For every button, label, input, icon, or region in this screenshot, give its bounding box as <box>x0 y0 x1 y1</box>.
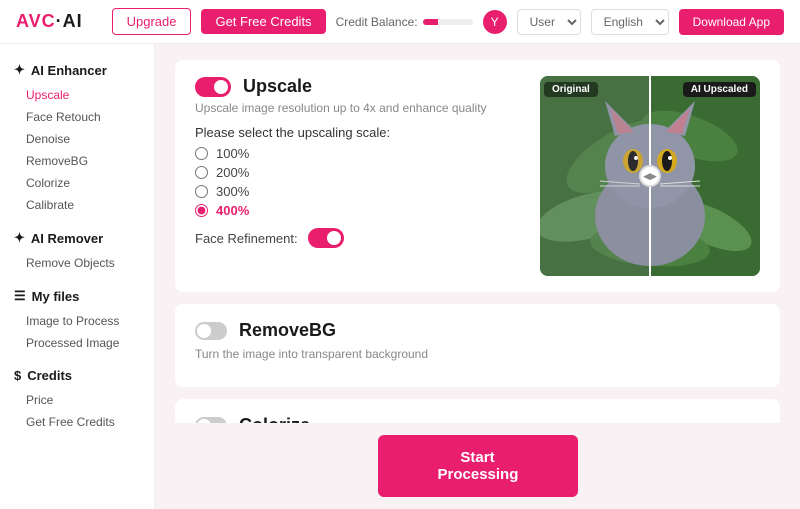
credits-label: Credits <box>27 368 72 383</box>
removebg-card: RemoveBG Turn the image into transparent… <box>175 304 780 387</box>
ai-remover-icon: ✦ <box>14 230 25 246</box>
preview-container: Original AI Upscaled ◀▶ <box>540 76 760 276</box>
removebg-toggle[interactable] <box>195 322 227 340</box>
content-area: Upscale Upscale image resolution up to 4… <box>155 44 800 509</box>
scale-radio-100[interactable] <box>195 147 208 160</box>
scale-label-400: 400% <box>216 203 249 218</box>
bottom-bar: Start Processing <box>155 423 800 509</box>
scale-label-300: 300% <box>216 184 249 199</box>
credit-fill <box>423 19 438 25</box>
upscale-left: Upscale Upscale image resolution up to 4… <box>195 76 524 276</box>
user-icon: Y <box>491 15 499 29</box>
credit-balance-label: Credit Balance: <box>336 15 418 29</box>
removebg-header: RemoveBG <box>195 320 760 341</box>
upscale-toggle[interactable] <box>195 77 231 97</box>
upgrade-button[interactable]: Upgrade <box>112 8 192 35</box>
scale-label-100: 100% <box>216 146 249 161</box>
face-refinement-toggle[interactable] <box>308 228 344 248</box>
sidebar-section-ai-remover: ✦ AI Remover Remove Objects <box>0 224 154 274</box>
avatar[interactable]: Y <box>483 10 507 34</box>
scale-option-200[interactable]: 200% <box>195 165 524 180</box>
image-preview: Original AI Upscaled ◀▶ <box>540 76 760 276</box>
credits-icon: $ <box>14 368 21 383</box>
main-layout: ✦ AI Enhancer Upscale Face Retouch Denoi… <box>0 44 800 509</box>
sidebar-section-header-my-files: ☰ My files <box>0 282 154 310</box>
preview-label-original: Original <box>544 82 598 97</box>
my-files-label: My files <box>32 289 80 304</box>
download-button[interactable]: Download App <box>679 9 784 35</box>
upscale-card: Upscale Upscale image resolution up to 4… <box>175 60 780 292</box>
credit-bar <box>423 19 473 25</box>
removebg-toggle-knob <box>197 324 211 338</box>
sidebar-section-header-ai-remover: ✦ AI Remover <box>0 224 154 252</box>
upscale-title-row: Upscale <box>195 76 524 97</box>
start-processing-button[interactable]: Start Processing <box>378 435 578 497</box>
face-refinement-label: Face Refinement: <box>195 231 298 246</box>
face-refinement-row: Face Refinement: <box>195 228 524 248</box>
face-refinement-slider <box>308 228 344 248</box>
sidebar-section-ai-enhancer: ✦ AI Enhancer Upscale Face Retouch Denoi… <box>0 56 154 216</box>
sidebar-item-get-free-credits[interactable]: Get Free Credits <box>0 411 154 433</box>
upscale-title: Upscale <box>243 76 312 97</box>
sidebar-item-image-to-process[interactable]: Image to Process <box>0 310 154 332</box>
ai-enhancer-label: AI Enhancer <box>31 63 107 78</box>
user-dropdown[interactable]: User <box>517 9 581 35</box>
sidebar-item-upscale[interactable]: Upscale <box>0 84 154 106</box>
sidebar-item-price[interactable]: Price <box>0 389 154 411</box>
language-select[interactable]: English <box>591 9 669 35</box>
scale-option-400[interactable]: 400% <box>195 203 524 218</box>
sidebar-item-colorize[interactable]: Colorize <box>0 172 154 194</box>
sidebar: ✦ AI Enhancer Upscale Face Retouch Denoi… <box>0 44 155 509</box>
scale-label: Please select the upscaling scale: <box>195 125 524 140</box>
scale-option-100[interactable]: 100% <box>195 146 524 161</box>
header: AVC·AI Upgrade Get Free Credits Credit B… <box>0 0 800 44</box>
preview-divider-handle[interactable]: ◀▶ <box>639 165 661 187</box>
sidebar-section-credits: $ Credits Price Get Free Credits <box>0 362 154 433</box>
sidebar-item-calibrate[interactable]: Calibrate <box>0 194 154 216</box>
handle-arrows-icon: ◀▶ <box>643 171 657 182</box>
scale-option-300[interactable]: 300% <box>195 184 524 199</box>
sidebar-section-header-credits: $ Credits <box>0 362 154 389</box>
sidebar-section-header-ai-enhancer: ✦ AI Enhancer <box>0 56 154 84</box>
scale-radio-400[interactable] <box>195 204 208 217</box>
upscale-toggle-slider <box>195 77 231 97</box>
sidebar-item-face-retouch[interactable]: Face Retouch <box>0 106 154 128</box>
credit-balance: Credit Balance: <box>336 15 473 29</box>
header-right: Upgrade Get Free Credits Credit Balance:… <box>112 8 784 35</box>
upscale-description: Upscale image resolution up to 4x and en… <box>195 101 524 115</box>
ai-enhancer-icon: ✦ <box>14 62 25 78</box>
logo: AVC·AI <box>16 11 83 32</box>
ai-remover-label: AI Remover <box>31 231 103 246</box>
free-credits-button[interactable]: Get Free Credits <box>201 9 325 34</box>
scale-radio-200[interactable] <box>195 166 208 179</box>
scale-options: 100% 200% 300% 400% <box>195 146 524 218</box>
sidebar-item-processed-image[interactable]: Processed Image <box>0 332 154 354</box>
sidebar-item-denoise[interactable]: Denoise <box>0 128 154 150</box>
scale-label-200: 200% <box>216 165 249 180</box>
sidebar-section-my-files: ☰ My files Image to Process Processed Im… <box>0 282 154 354</box>
removebg-title: RemoveBG <box>239 320 336 341</box>
scale-radio-300[interactable] <box>195 185 208 198</box>
my-files-icon: ☰ <box>14 288 26 304</box>
sidebar-item-remove-objects[interactable]: Remove Objects <box>0 252 154 274</box>
preview-label-upscaled: AI Upscaled <box>683 82 756 97</box>
sidebar-item-removebg[interactable]: RemoveBG <box>0 150 154 172</box>
removebg-description: Turn the image into transparent backgrou… <box>195 347 760 361</box>
